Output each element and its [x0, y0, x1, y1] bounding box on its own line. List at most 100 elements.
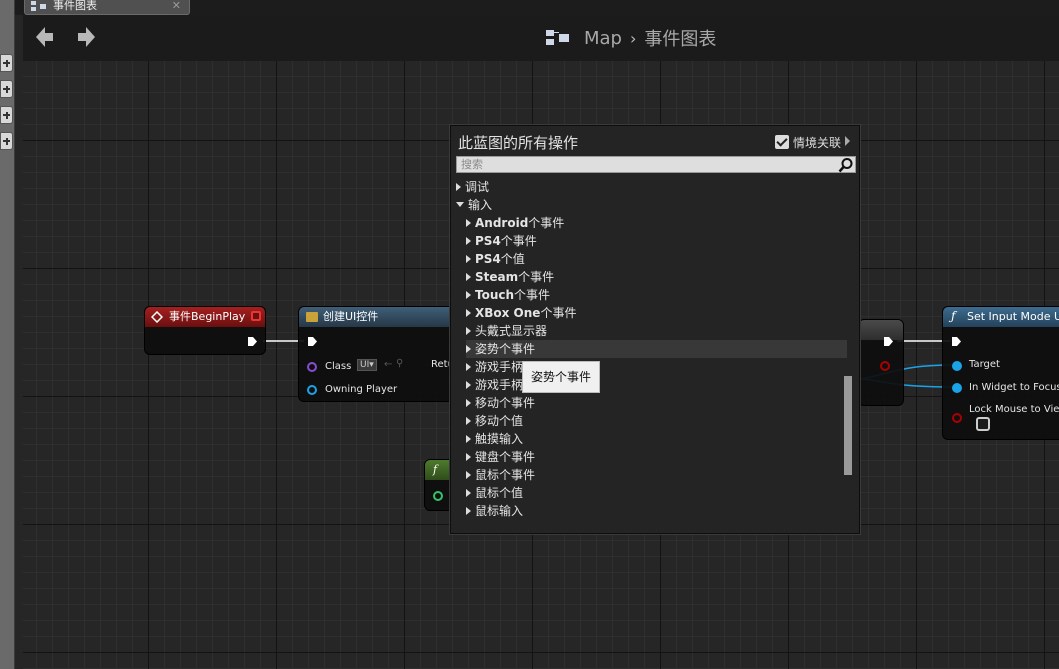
tree-item[interactable]: Android个事件 [466, 214, 847, 232]
breadcrumb-map[interactable]: Map [584, 28, 622, 49]
expand-right-icon[interactable] [466, 308, 471, 317]
owning-player-pin[interactable] [307, 385, 317, 395]
bool-pin[interactable] [880, 361, 890, 371]
menu-title: 此蓝图的所有操作 [458, 134, 579, 152]
expand-right-icon[interactable] [456, 182, 461, 191]
tree-item-label: 姿势个事件 [475, 342, 536, 356]
tree-item-label: 调试 [465, 180, 490, 194]
tree-item[interactable]: 触摸输入 [466, 430, 847, 448]
expand-right-icon[interactable] [466, 272, 471, 281]
tree-item[interactable]: 键盘个事件 [466, 448, 847, 466]
tab-label: 事件图表 [53, 0, 97, 12]
search-input[interactable]: 搜索 [456, 156, 856, 173]
context-sensitive-label: 情境关联 [793, 136, 842, 150]
tree-item-label: 个事件 [514, 288, 551, 302]
target-label: Target [969, 359, 1000, 370]
tree-item-label: 个事件 [500, 234, 537, 248]
tree-item-label: 游戏手柄 [475, 360, 524, 374]
search-placeholder: 搜索 [461, 158, 483, 171]
action-tree: 调试 输入 Android个事件 PS4个事件 PS4个值 Steam个事件 Touch个事… [451, 178, 847, 530]
exec-out-pin[interactable] [883, 336, 894, 347]
in-widget-pin[interactable] [952, 383, 962, 393]
browse-arrow-icon[interactable]: ← [384, 359, 392, 370]
chevron-right-icon[interactable] [845, 136, 850, 146]
expand-right-icon[interactable] [466, 416, 471, 425]
search-icon[interactable]: ⚲ [396, 358, 403, 369]
tree-item-prefix: XBox One [475, 306, 541, 320]
delegate-pin[interactable] [251, 311, 261, 321]
node-title: 创建UI控件 [323, 310, 379, 323]
tab-event-graph[interactable]: 事件图表 ✕ [24, 0, 190, 15]
tree-item-prefix: PS4 [475, 252, 501, 266]
tree-item[interactable]: 移动个事件 [466, 394, 847, 412]
function-icon: ƒ [951, 309, 956, 323]
create-widget-node[interactable]: 创建UI控件 Class UI▾ ← ⚲ Retu Owning Player [298, 306, 458, 402]
hidden-node[interactable] [858, 319, 904, 406]
action-menu: 此蓝图的所有操作 情境关联 搜索 调试 输入 Android个事件 PS4个事件 PS4… [450, 125, 860, 534]
expand-right-icon[interactable] [466, 254, 471, 263]
exec-out-pin[interactable] [247, 336, 258, 347]
expand-right-icon[interactable] [466, 326, 471, 335]
tree-item[interactable]: 鼠标个事件 [466, 466, 847, 484]
scrollbar-thumb[interactable] [844, 376, 852, 475]
exec-in-pin[interactable] [951, 336, 962, 347]
widget-icon [306, 312, 318, 322]
owning-player-label: Owning Player [325, 384, 398, 395]
tree-item-label: 鼠标输入 [475, 504, 524, 518]
search-icon[interactable] [838, 157, 854, 173]
tree-item-label: 键盘个事件 [475, 450, 536, 464]
context-sensitive-checkbox[interactable] [775, 135, 789, 149]
lock-mouse-checkbox[interactable] [976, 417, 990, 431]
expand-right-icon[interactable] [466, 236, 471, 245]
tree-item-label: 触摸输入 [475, 432, 524, 446]
expand-right-icon[interactable] [466, 470, 471, 479]
tree-item[interactable]: PS4个值 [466, 250, 847, 268]
close-icon[interactable]: ✕ [172, 0, 181, 12]
expand-right-icon[interactable] [466, 380, 471, 389]
set-input-mode-node[interactable]: Set Input Mode UI ƒ Target In Widget to … [942, 306, 1059, 440]
tree-item[interactable]: 移动个值 [466, 412, 847, 430]
expand-right-icon[interactable] [466, 344, 471, 353]
in-widget-label: In Widget to Focus [969, 382, 1059, 393]
tree-item[interactable]: 头戴式显示器 [466, 322, 847, 340]
lock-mouse-pin[interactable] [952, 413, 962, 423]
add-button[interactable] [0, 106, 13, 124]
class-pin[interactable] [307, 362, 317, 372]
expand-right-icon[interactable] [466, 452, 471, 461]
tree-item-label: 个事件 [528, 216, 565, 230]
begin-play-node[interactable]: 事件BeginPlay [144, 306, 266, 355]
back-arrow-icon[interactable] [35, 26, 55, 48]
tree-item[interactable]: 姿势个事件 [466, 340, 847, 358]
forward-arrow-icon[interactable] [76, 26, 96, 48]
tree-item[interactable]: 鼠标输入 [466, 502, 847, 520]
target-pin[interactable] [952, 361, 962, 371]
tree-item-label: 移动个值 [475, 414, 524, 428]
tree-item[interactable]: Steam个事件 [466, 268, 847, 286]
expand-right-icon[interactable] [466, 290, 471, 299]
add-button[interactable] [0, 132, 13, 150]
lock-mouse-label: Lock Mouse to View [969, 404, 1059, 415]
output-pin[interactable] [433, 491, 443, 501]
tree-item[interactable]: PS4个事件 [466, 232, 847, 250]
class-dropdown[interactable]: UI▾ [357, 359, 377, 371]
expand-right-icon[interactable] [466, 506, 471, 515]
exec-in-pin[interactable] [307, 336, 318, 347]
tree-item[interactable]: 鼠标个值 [466, 484, 847, 502]
node-header [859, 320, 903, 340]
scrollbar-track[interactable] [843, 178, 853, 530]
tree-item[interactable]: 输入 [456, 196, 844, 214]
blueprint-editor: 事件图表 ✕ Map › 事件图表 事件BeginPlay 创建UI控件 Cla… [0, 0, 1059, 669]
tree-item[interactable]: Touch个事件 [466, 286, 847, 304]
add-button[interactable] [0, 54, 13, 72]
expand-right-icon[interactable] [466, 488, 471, 497]
expand-right-icon[interactable] [466, 398, 471, 407]
add-button[interactable] [0, 80, 13, 98]
expand-right-icon[interactable] [466, 218, 471, 227]
expand-right-icon[interactable] [466, 434, 471, 443]
tree-item-label: 鼠标个事件 [475, 468, 536, 482]
tree-item-label: 头戴式显示器 [475, 324, 548, 338]
tree-item[interactable]: 调试 [456, 178, 844, 196]
tree-item[interactable]: XBox One个事件 [466, 304, 847, 322]
expand-down-icon[interactable] [456, 202, 464, 207]
expand-right-icon[interactable] [466, 362, 471, 371]
